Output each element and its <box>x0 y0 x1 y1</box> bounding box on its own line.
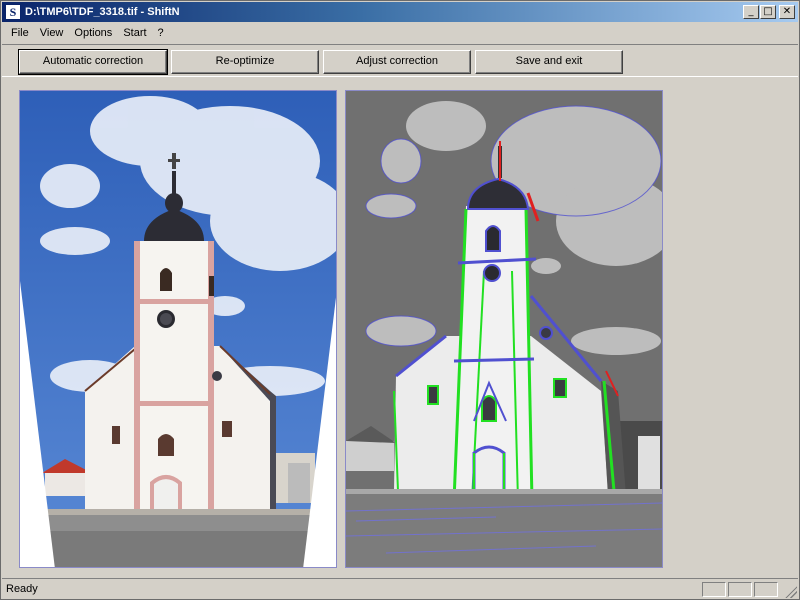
menu-bar: File View Options Start ? <box>2 23 798 43</box>
menu-help[interactable]: ? <box>153 25 170 41</box>
minimize-button[interactable]: _ <box>743 5 759 19</box>
maximize-button[interactable]: □ <box>760 5 776 19</box>
menu-file[interactable]: File <box>6 25 35 41</box>
corrected-church-image <box>20 91 336 567</box>
title-bar[interactable]: S D:\TMP6\TDF_3318.tif - ShiftN _ □ ✕ <box>2 2 798 22</box>
detected-lines-image <box>346 91 662 567</box>
corrected-image-panel[interactable] <box>19 90 337 568</box>
menu-view[interactable]: View <box>35 25 70 41</box>
original-image-panel[interactable] <box>345 90 663 568</box>
window-title: D:\TMP6\TDF_3318.tif - ShiftN <box>25 6 180 18</box>
status-text: Ready <box>6 583 38 595</box>
re-optimize-button[interactable]: Re-optimize <box>171 50 319 74</box>
app-icon[interactable]: S <box>5 4 21 20</box>
save-and-exit-button[interactable]: Save and exit <box>475 50 623 74</box>
menu-options[interactable]: Options <box>69 25 118 41</box>
toolbar: Automatic correction Re-optimize Adjust … <box>2 44 798 77</box>
status-bar: Ready <box>2 578 798 599</box>
status-panel-3 <box>754 582 778 597</box>
menu-start[interactable]: Start <box>118 25 152 41</box>
status-panel-1 <box>702 582 726 597</box>
status-panel-2 <box>728 582 752 597</box>
window-controls: _ □ ✕ <box>743 5 795 19</box>
automatic-correction-button[interactable]: Automatic correction <box>18 49 168 75</box>
resize-grip-icon[interactable] <box>785 586 797 598</box>
close-button[interactable]: ✕ <box>779 5 795 19</box>
adjust-correction-button[interactable]: Adjust correction <box>323 50 471 74</box>
main-window: S D:\TMP6\TDF_3318.tif - ShiftN _ □ ✕ Fi… <box>0 0 800 600</box>
